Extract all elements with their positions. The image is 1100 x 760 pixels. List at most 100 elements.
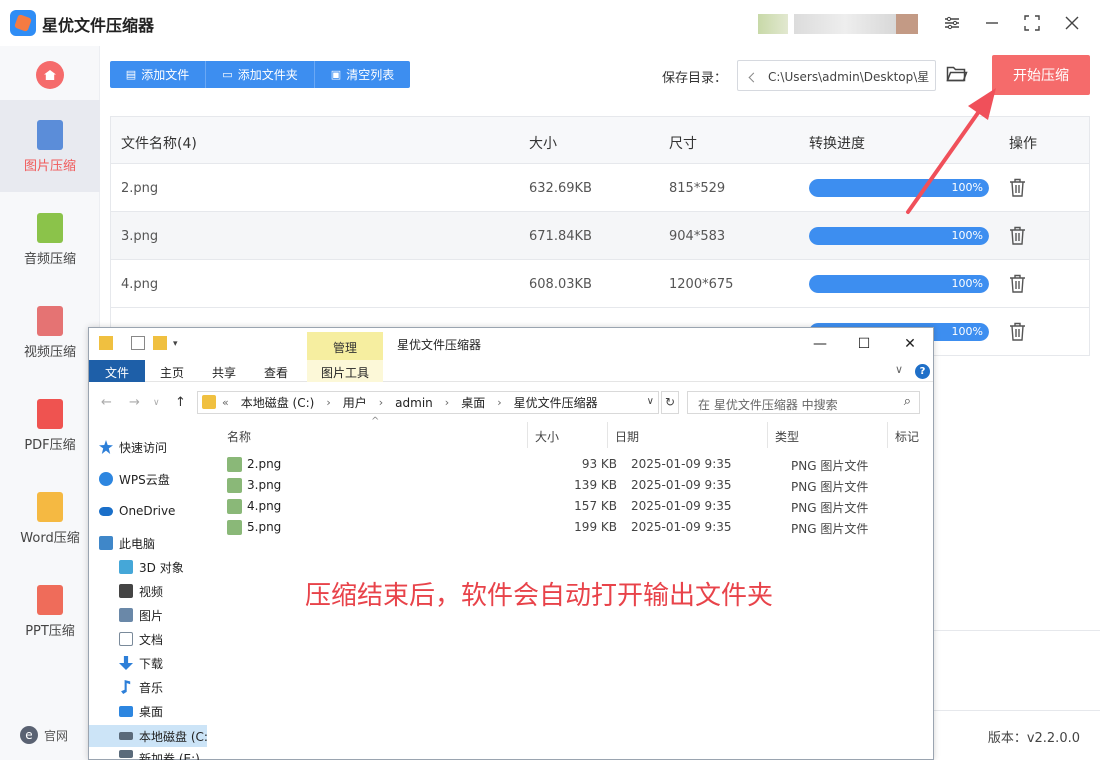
nav-3d-objects[interactable]: 3D 对象	[119, 556, 207, 578]
desktop-icon	[119, 705, 133, 717]
png-file-icon	[227, 457, 242, 472]
sidebar-item-label: 视频压缩	[23, 345, 76, 360]
sidebar-item-word[interactable]: Word压缩	[0, 472, 100, 564]
tab-manage[interactable]: 管理	[307, 332, 383, 360]
nav-label: OneDrive	[119, 504, 176, 518]
sidebar-item-video[interactable]: 视频压缩	[0, 286, 100, 378]
col-type[interactable]: 类型	[775, 428, 799, 445]
add-file-button[interactable]: ▤ 添加文件	[110, 61, 206, 88]
nav-documents[interactable]: 文档	[119, 628, 207, 650]
sidebar-item-label: 音频压缩	[23, 252, 76, 267]
nav-desktop[interactable]: 桌面	[119, 700, 207, 722]
file-date: 2025-01-09 9:35	[631, 499, 732, 513]
chevron-down-icon[interactable]: ∨	[895, 363, 903, 376]
minimize-icon[interactable]: —	[805, 334, 835, 354]
delete-icon[interactable]	[1009, 274, 1026, 293]
new-folder-icon[interactable]	[153, 336, 167, 350]
sidebar-item-image[interactable]: 图片压缩	[0, 100, 100, 192]
add-folder-button[interactable]: ▭ 添加文件夹	[206, 61, 315, 88]
address-dropdown-icon[interactable]: ∨	[647, 396, 654, 407]
tab-view[interactable]: 查看	[255, 360, 297, 382]
breadcrumb-desktop[interactable]: 桌面	[461, 394, 485, 411]
col-date[interactable]: 日期	[615, 428, 639, 445]
breadcrumb-users[interactable]: 用户	[343, 394, 367, 411]
col-name[interactable]: 名称	[227, 428, 251, 445]
search-placeholder: 在 星优文件压缩器 中搜索	[698, 398, 838, 412]
breadcrumb-folder[interactable]: 星优文件压缩器	[514, 394, 598, 411]
tab-share[interactable]: 共享	[203, 360, 245, 382]
browse-folder-icon[interactable]	[946, 64, 968, 84]
col-tags[interactable]: 标记	[895, 428, 919, 445]
list-item[interactable]: 3.png 139 KB 2025-01-09 9:35 PNG 图片文件	[227, 475, 927, 496]
file-explorer-window[interactable]: ▾ 管理 星优文件压缩器 — ☐ ✕ 文件 主页 共享 查看 图片工具 ∨ ? …	[88, 327, 934, 760]
refresh-icon[interactable]: ↻	[661, 391, 679, 414]
sidebar-item-label: PPT压缩	[25, 624, 75, 639]
clear-list-button[interactable]: ▣ 清空列表	[315, 61, 410, 88]
sidebar-item-pdf[interactable]: PDF压缩	[0, 379, 100, 471]
properties-icon[interactable]	[131, 336, 145, 350]
clear-icon: ▣	[330, 68, 342, 81]
search-input[interactable]: 在 星优文件压缩器 中搜索 ⌕	[687, 391, 920, 414]
delete-icon[interactable]	[1009, 226, 1026, 245]
nav-volume-e[interactable]: 新加卷 (E:)	[119, 750, 207, 760]
breadcrumb-drive[interactable]: 本地磁盘 (C:)	[241, 394, 315, 411]
file-type: PNG 图片文件	[791, 522, 869, 536]
official-site-link[interactable]: e 官网	[20, 726, 68, 744]
nav-pictures[interactable]: 图片	[119, 604, 207, 626]
nav-label: 图片	[139, 608, 164, 623]
maximize-icon[interactable]: ☐	[849, 334, 879, 354]
ppt-file-icon	[37, 585, 63, 615]
nav-music[interactable]: 音乐	[119, 676, 207, 698]
list-item[interactable]: 4.png 157 KB 2025-01-09 9:35 PNG 图片文件	[227, 496, 927, 517]
add-folder-label: 添加文件夹	[237, 68, 298, 82]
onedrive-icon	[99, 506, 113, 516]
close-icon[interactable]	[1058, 10, 1086, 36]
list-item[interactable]: 2.png 93 KB 2025-01-09 9:35 PNG 图片文件	[227, 454, 927, 475]
col-size[interactable]: 大小	[535, 428, 559, 445]
customize-toolbar-icon[interactable]: ▾	[173, 339, 181, 349]
nav-videos[interactable]: 视频	[119, 580, 207, 602]
table-row[interactable]: 3.png 671.84KB 904*583 100%	[111, 212, 1089, 260]
home-icon[interactable]	[36, 61, 64, 89]
list-item[interactable]: 5.png 199 KB 2025-01-09 9:35 PNG 图片文件	[227, 517, 927, 538]
nav-wps-cloud[interactable]: WPS云盘	[99, 468, 207, 490]
close-icon[interactable]: ✕	[895, 334, 925, 354]
recent-chevron-icon[interactable]: ∨	[153, 398, 160, 408]
maximize-icon[interactable]	[1018, 10, 1046, 36]
nav-onedrive[interactable]: OneDrive	[99, 500, 207, 522]
table-row[interactable]: 4.png 608.03KB 1200*675 100%	[111, 260, 1089, 308]
nav-local-disk-c[interactable]: 本地磁盘 (C:	[89, 725, 207, 747]
nav-this-pc[interactable]: 此电脑	[99, 532, 207, 554]
document-icon	[119, 632, 133, 646]
breadcrumb-admin[interactable]: admin	[395, 396, 433, 410]
start-compress-button[interactable]: 开始压缩	[992, 55, 1090, 95]
help-icon[interactable]: ?	[915, 364, 930, 379]
sidebar-item-audio[interactable]: 音频压缩	[0, 193, 100, 285]
file-name: 4.png	[121, 277, 159, 292]
download-icon	[119, 656, 133, 670]
tab-home[interactable]: 主页	[151, 360, 193, 382]
tab-picture-tools[interactable]: 图片工具	[307, 360, 383, 382]
file-dims: 904*583	[669, 229, 726, 244]
cube-icon	[119, 560, 133, 574]
address-overflow[interactable]: «	[222, 396, 229, 409]
sidebar-item-label: 图片压缩	[23, 159, 76, 174]
tab-file[interactable]: 文件	[89, 360, 145, 382]
settings-icon[interactable]	[938, 10, 966, 36]
film-icon	[119, 584, 133, 598]
nav-quick-access[interactable]: 快速访问	[99, 436, 207, 458]
up-arrow-icon[interactable]: ↑	[175, 395, 186, 410]
nav-downloads[interactable]: 下载	[119, 652, 207, 674]
forward-arrow-icon[interactable]: →	[129, 395, 140, 410]
folder-icon: ▭	[222, 68, 233, 81]
table-row[interactable]: 2.png 632.69KB 815*529 100%	[111, 164, 1089, 212]
save-path-input[interactable]: C:\Users\admin\Desktop\星	[737, 60, 936, 91]
back-arrow-icon[interactable]: ←	[101, 395, 112, 410]
video-file-icon	[37, 306, 63, 336]
delete-icon[interactable]	[1009, 322, 1026, 341]
delete-icon[interactable]	[1009, 178, 1026, 197]
minimize-icon[interactable]	[978, 10, 1006, 36]
col-progress: 转换进度	[809, 136, 865, 152]
address-bar[interactable]: « 本地磁盘 (C:) › 用户 › admin › 桌面 › 星优文件压缩器 …	[197, 391, 659, 414]
sidebar-item-ppt[interactable]: PPT压缩	[0, 565, 100, 657]
